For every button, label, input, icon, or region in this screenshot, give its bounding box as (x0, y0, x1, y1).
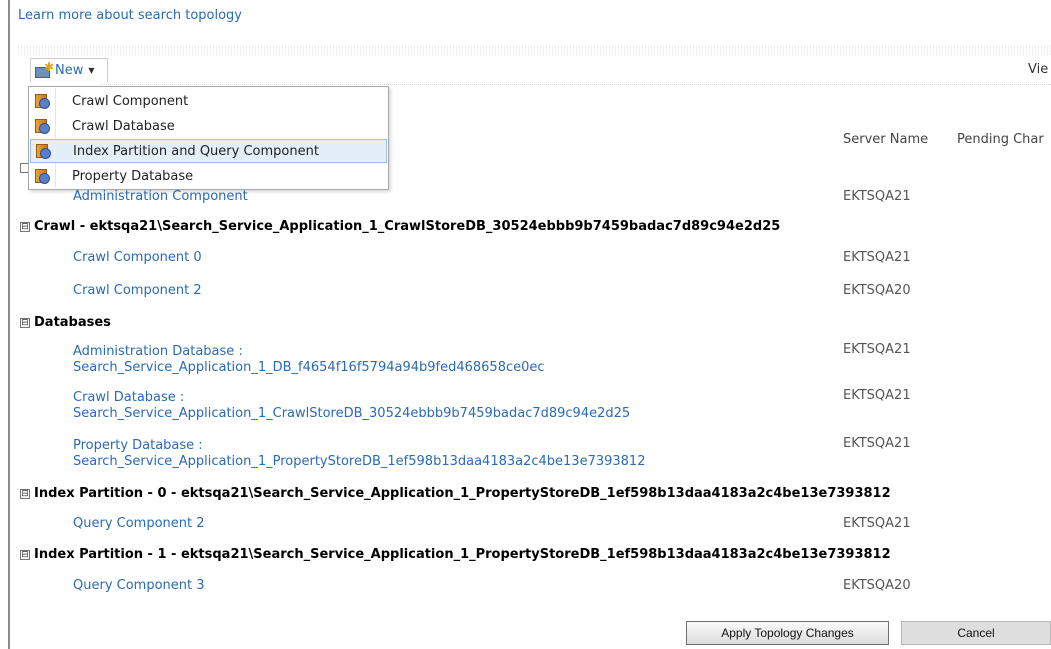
column-header-pending-changes[interactable]: Pending Char (957, 132, 1044, 147)
chevron-down-icon: ▼ (88, 66, 95, 75)
column-header-server-name[interactable]: Server Name (843, 132, 928, 147)
menu-item-label: Property Database (72, 168, 194, 184)
crawl-component-2-link[interactable]: Crawl Component 2 (73, 283, 202, 299)
group-title: Index Partition - 0 - ektsqa21\Search_Se… (34, 486, 891, 501)
group-title: Index Partition - 1 - ektsqa21\Search_Se… (34, 547, 891, 562)
database-name: Search_Service_Application_1_DB_f4654f16… (73, 360, 545, 375)
component-icon (34, 118, 50, 134)
component-icon (34, 93, 50, 109)
menu-item-crawl-database[interactable]: Crawl Database (30, 114, 387, 138)
new-menu-button[interactable]: ✱ New ▼ (30, 58, 108, 82)
menu-item-label: Index Partition and Query Component (73, 143, 319, 159)
cancel-button[interactable]: Cancel (901, 621, 1051, 645)
collapse-icon[interactable]: ⊟ (20, 317, 30, 328)
new-item-icon: ✱ (35, 60, 54, 78)
group-header-index-partition-1: ⊟ Index Partition - 1 - ektsqa21\Search_… (20, 547, 891, 562)
group-title: Crawl - ektsqa21\Search_Service_Applicat… (34, 219, 781, 234)
group-header-index-partition-0: ⊟ Index Partition - 0 - ektsqa21\Search_… (20, 486, 891, 501)
group-title: Databases (34, 315, 111, 330)
server-name: EKTSQA21 (843, 250, 911, 265)
administration-database-link[interactable]: Administration Database : Search_Service… (73, 344, 545, 376)
server-name: EKTSQA21 (843, 342, 911, 357)
group-header-crawl: ⊟ Crawl - ektsqa21\Search_Service_Applic… (20, 219, 780, 234)
server-name: EKTSQA20 (843, 283, 911, 298)
new-menu-label: New (55, 63, 84, 78)
database-label: Crawl Database : (73, 390, 185, 405)
menu-item-label: Crawl Component (72, 93, 189, 109)
learn-more-link[interactable]: Learn more about search topology (18, 8, 242, 23)
new-dropdown-menu: Crawl Component Crawl Database Index Par… (28, 86, 389, 190)
server-name: EKTSQA21 (843, 388, 911, 403)
collapse-icon[interactable]: ⊟ (20, 221, 30, 232)
server-name: EKTSQA21 (843, 516, 911, 531)
collapse-icon[interactable]: ⊟ (20, 549, 30, 560)
toolbar-divider (100, 84, 1051, 85)
query-component-2-link[interactable]: Query Component 2 (73, 516, 205, 532)
database-name: Search_Service_Application_1_CrawlStoreD… (73, 406, 631, 421)
property-database-link[interactable]: Property Database : Search_Service_Appli… (73, 438, 645, 470)
toolbar-background (18, 45, 1051, 55)
component-icon (34, 168, 50, 184)
crawl-component-0-link[interactable]: Crawl Component 0 (73, 250, 202, 266)
apply-topology-changes-button[interactable]: Apply Topology Changes (686, 621, 889, 645)
database-name: Search_Service_Application_1_PropertySto… (73, 454, 646, 469)
server-name: EKTSQA21 (843, 436, 911, 451)
menu-item-label: Crawl Database (72, 118, 175, 134)
menu-item-index-partition[interactable]: Index Partition and Query Component (30, 139, 387, 163)
view-link[interactable]: Vie (1028, 62, 1048, 77)
left-border (8, 0, 10, 649)
menu-item-crawl-component[interactable]: Crawl Component (30, 89, 387, 113)
database-label: Administration Database : (73, 344, 243, 359)
database-label: Property Database : (73, 438, 203, 453)
menu-item-property-database[interactable]: Property Database (30, 164, 387, 188)
server-name: EKTSQA21 (843, 189, 911, 204)
group-header-databases: ⊟ Databases (20, 315, 111, 330)
collapse-icon[interactable]: ⊟ (20, 488, 30, 499)
admin-component-link[interactable]: Administration Component (73, 189, 248, 205)
server-name: EKTSQA20 (843, 578, 911, 593)
crawl-database-link[interactable]: Crawl Database : Search_Service_Applicat… (73, 390, 630, 422)
query-component-3-link[interactable]: Query Component 3 (73, 578, 205, 594)
component-icon (35, 143, 51, 159)
